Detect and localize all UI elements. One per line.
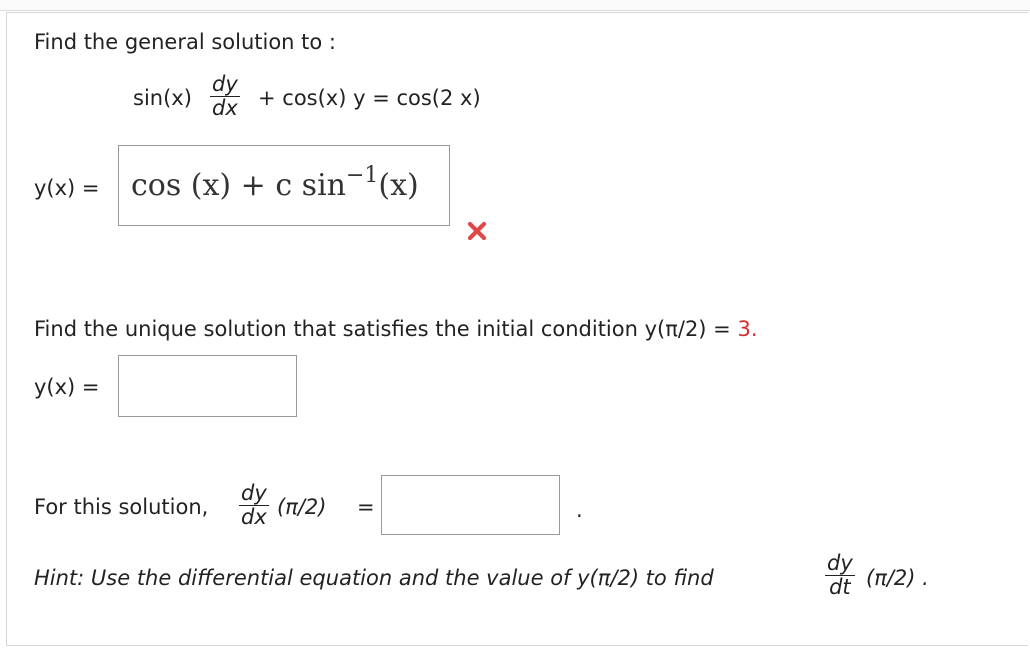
derivative-dy: dy (241, 481, 267, 505)
derivative-dx: dx (241, 505, 267, 529)
unique-solution-answer-box[interactable] (118, 355, 297, 417)
hint-dt: dt (829, 575, 851, 599)
equation-dy-dx-fraction: dy dx (210, 74, 240, 119)
hint-dy: dy (827, 551, 853, 575)
equation-rest: + cos(x) y = cos(2 x) (258, 86, 481, 110)
general-solution-answer-text: cos (x) + c sin (131, 168, 346, 203)
general-solution-answer-tail: (x) (378, 168, 419, 203)
derivative-answer-box[interactable] (381, 475, 560, 535)
general-solution-prompt: Find the general solution to : (34, 30, 336, 54)
hint-arg: (π/2) . (866, 566, 929, 590)
top-rule (0, 0, 1030, 11)
derivative-trailing-dot: . (576, 498, 583, 522)
general-answer-label: y(x) = (34, 176, 100, 200)
derivative-arg: (π/2) (277, 495, 327, 519)
derivative-prompt: For this solution, (34, 495, 209, 519)
derivative-equals: = (357, 495, 375, 519)
x-mark-icon (467, 221, 487, 241)
hint-dy-dt-fraction: dy dt (825, 553, 855, 598)
equation-sin-part: sin(x) (133, 86, 192, 110)
equation-dy: dy (212, 72, 238, 96)
general-solution-answer-superscript: −1 (345, 163, 379, 188)
unique-solution-prompt: Find the unique solution that satisfies … (34, 319, 758, 340)
equation-dx: dx (212, 96, 238, 120)
hint-text: Hint: Use the differential equation and … (34, 566, 714, 590)
unique-answer-label: y(x) = (34, 375, 100, 399)
unique-solution-prompt-text: Find the unique solution that satisfies … (34, 317, 731, 341)
general-solution-answer-box[interactable]: cos (x) + c sin −1 (x) (118, 145, 450, 226)
initial-value: 3. (737, 317, 758, 341)
derivative-dy-dx-fraction: dy dx (239, 483, 269, 528)
